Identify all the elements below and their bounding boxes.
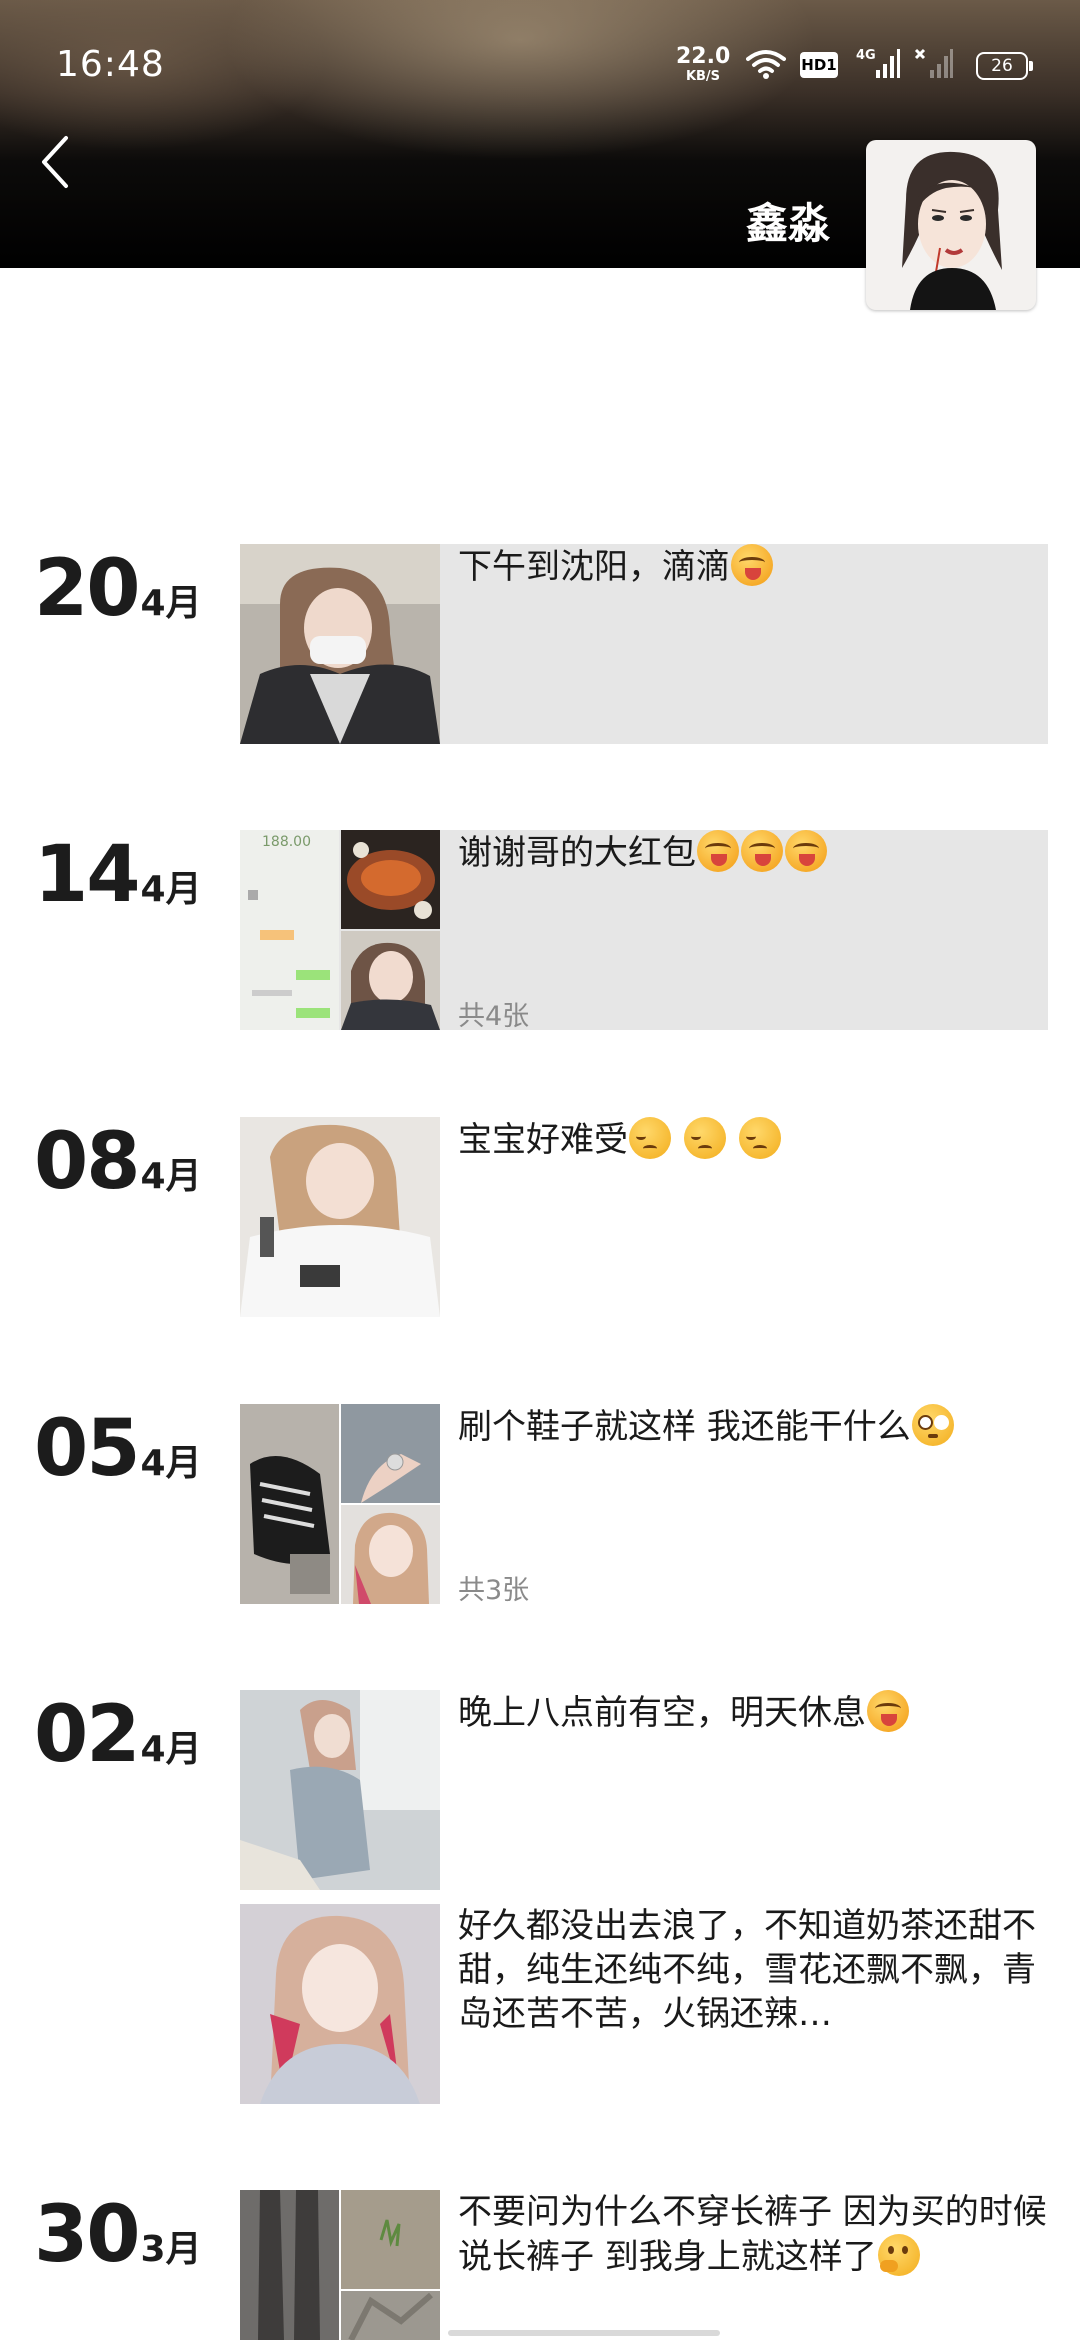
post-day: 02: [34, 1690, 141, 1780]
post-text-content: 谢谢哥的大红包: [458, 833, 696, 873]
post-text-content: 下午到沈阳，滴滴: [458, 547, 730, 587]
post-photo-grid[interactable]: 188.00: [240, 830, 440, 1030]
network-speed-value: 22.0: [676, 44, 731, 69]
drooling-emoji-icon: [867, 1690, 909, 1732]
post-text: 谢谢哥的大红包: [458, 830, 1048, 875]
post-photo[interactable]: [341, 931, 440, 1030]
thinking-emoji-icon: [877, 2234, 920, 2276]
photo-count: 共4张: [458, 1001, 530, 1032]
post-photo[interactable]: [341, 830, 440, 929]
post-month: 4月: [140, 1156, 202, 1197]
post-month: 3月: [140, 2229, 202, 2270]
status-time: 16:48: [56, 44, 165, 85]
post-photo[interactable]: [240, 544, 440, 744]
post-photo[interactable]: [240, 1404, 339, 1604]
post-month: 4月: [140, 869, 202, 910]
post-date: 054月: [34, 1404, 202, 1494]
pensive-emoji-icon: [738, 1117, 781, 1159]
post-day: 08: [34, 1117, 141, 1207]
post-text: 好久都没出去浪了，不知道奶茶还甜不甜，纯生还纯不纯，雪花还飘不飘，青岛还苦不苦，…: [458, 1904, 1048, 2036]
chevron-left-icon: [42, 136, 68, 188]
pensive-emoji-icon: [683, 1117, 726, 1159]
drooling-emoji-icon: [741, 830, 783, 872]
drooling-emoji-icon: [697, 830, 739, 872]
post-month: 4月: [140, 1443, 202, 1484]
hd-voice-icon: HD1: [800, 52, 838, 78]
receipt-amount: 188.00: [262, 834, 311, 850]
no-signal-icon: [914, 48, 953, 78]
post-text-content: 晚上八点前有空，明天休息: [458, 1693, 866, 1733]
post-photo[interactable]: [341, 2291, 440, 2340]
flushed-emoji-icon: [911, 1404, 954, 1446]
post-day: 30: [34, 2190, 141, 2280]
profile-username: 鑫淼: [745, 199, 830, 248]
post-day: 20: [34, 544, 141, 634]
svg-text:4G: 4G: [856, 48, 876, 63]
scroll-indicator: [448, 2330, 720, 2336]
post-month: 4月: [140, 583, 202, 624]
status-bar: 16:48 22.0 KB/S HD1 4G 26: [0, 0, 1080, 130]
network-speed: 22.0 KB/S: [676, 44, 731, 84]
network-speed-unit: KB/S: [685, 69, 721, 84]
post-text: 下午到沈阳，滴滴: [458, 544, 1048, 589]
pensive-emoji-icon: [629, 1117, 671, 1159]
post-text: 不要问为什么不穿长裤子 因为买的时候说长裤子 到我身上就这样了: [458, 2190, 1048, 2279]
post-text-content: 宝宝好难受: [458, 1120, 628, 1160]
post-photo[interactable]: [240, 1904, 440, 2104]
back-button[interactable]: [34, 132, 78, 192]
post-text-content: 不要问为什么不穿长裤子 因为买的时候说长裤子 到我身上就这样了: [458, 2192, 1047, 2277]
post-photo[interactable]: [240, 1690, 440, 1890]
post-photo[interactable]: [240, 2190, 339, 2340]
post-text: 晚上八点前有空，明天休息: [458, 1690, 1048, 1735]
post-photo[interactable]: [240, 1117, 440, 1317]
post-photo[interactable]: [341, 1404, 440, 1503]
post-photo[interactable]: [341, 2190, 440, 2289]
post-date: 144月: [34, 830, 202, 920]
battery-icon: 26: [976, 52, 1033, 80]
post-day: 05: [34, 1404, 141, 1494]
post-photo-grid[interactable]: [240, 2190, 440, 2340]
post-photo[interactable]: [341, 1505, 440, 1604]
post-date: 084月: [34, 1117, 202, 1207]
post-text-content: 好久都没出去浪了，不知道奶茶还甜不甜，纯生还纯不纯，雪花还飘不飘，青岛还苦不苦，…: [458, 1906, 1036, 2034]
post-date: 303月: [34, 2190, 202, 2280]
post-photo[interactable]: 188.00: [240, 830, 339, 1030]
post-day: 14: [34, 830, 141, 920]
photo-count: 共3张: [458, 1575, 530, 1606]
post-date: 024月: [34, 1690, 202, 1780]
drooling-emoji-icon: [731, 544, 773, 586]
post-date: 204月: [34, 544, 202, 634]
wifi-icon: [746, 50, 786, 79]
post-text: 刷个鞋子就这样 我还能干什么: [458, 1404, 1048, 1449]
avatar[interactable]: [866, 140, 1036, 310]
post-photo-grid[interactable]: [240, 1404, 440, 1604]
drooling-emoji-icon: [785, 830, 827, 872]
post-text: 宝宝好难受: [458, 1117, 1048, 1162]
post-text-content: 刷个鞋子就这样 我还能干什么: [458, 1407, 911, 1447]
post-month: 4月: [140, 1729, 202, 1770]
signal-4g-icon: 4G: [856, 48, 900, 78]
